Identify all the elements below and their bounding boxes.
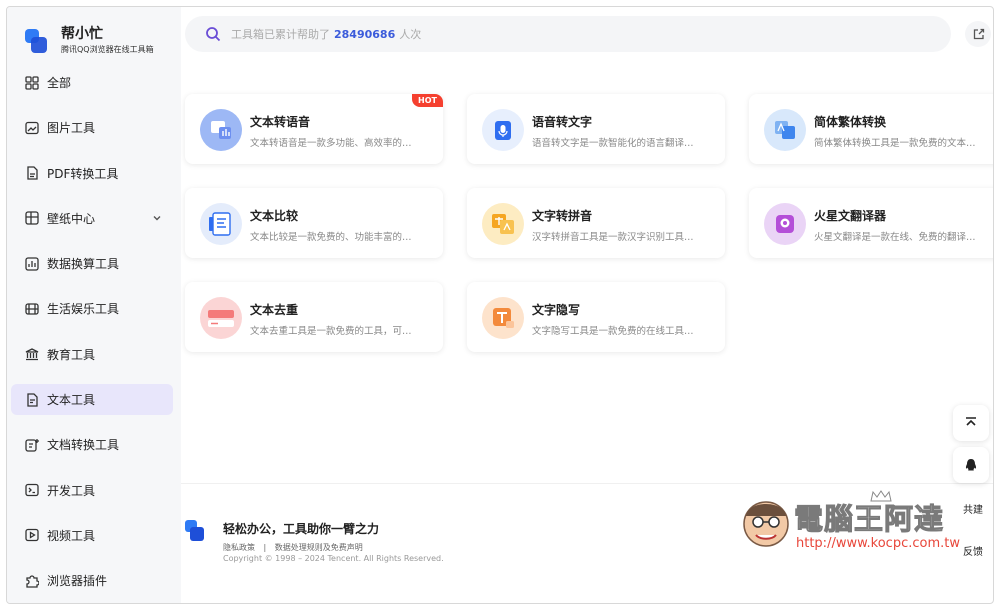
text-to-pinyin-icon [482, 203, 524, 245]
pdf-icon [27, 166, 38, 180]
code-icon [25, 484, 39, 497]
sidebar-item-label: 生活娱乐工具 [47, 302, 120, 317]
sidebar-item-image[interactable]: 图片工具 [11, 112, 173, 143]
card-title: 文本比较 [250, 209, 299, 223]
simplified-traditional-icon [764, 109, 806, 151]
text-steganography-icon [482, 297, 524, 339]
sidebar-item-label: 全部 [47, 76, 72, 90]
wallpaper-icon [25, 211, 39, 226]
speech-to-text-icon [482, 109, 524, 151]
tool-card-text-compare[interactable]: 文本比较 文本比较是一款免费的、功能丰富的… [185, 188, 443, 258]
sidebar: 帮小忙 腾讯QQ浏览器在线工具箱 全部 图片工具 PDF转换工具 壁纸中心 数据… [7, 7, 181, 603]
tool-card-text-to-pinyin[interactable]: 文字转拼音 汉字转拼音工具是一款汉字识别工具… [467, 188, 725, 258]
watermark: 電腦王阿達 http://www.kocpc.com.tw [738, 490, 994, 570]
hot-badge: HOT [412, 94, 443, 107]
share-button[interactable] [965, 21, 991, 47]
search-placeholder-suffix: 人次 [399, 28, 422, 41]
tool-card-text-steganography[interactable]: 文字隐写 文字隐写工具是一款免费的在线工具… [467, 282, 725, 352]
card-title: 语音转文字 [532, 115, 593, 129]
brand-logo-icon [25, 29, 47, 53]
tool-card-speech-to-text[interactable]: 语音转文字 语音转文字是一款智能化的语言翻译… [467, 94, 725, 164]
back-to-top-button[interactable] [953, 405, 989, 441]
watermark-title: 電腦王阿達 [793, 502, 945, 537]
life-icon [25, 303, 39, 315]
text-dedupe-icon [200, 297, 242, 339]
sidebar-item-label: PDF转换工具 [47, 166, 119, 181]
sidebar-item-pdf[interactable]: PDF转换工具 [11, 158, 173, 189]
card-description: 文字隐写工具是一款免费的在线工具… [532, 326, 694, 337]
sidebar-item-label: 文档转换工具 [47, 438, 120, 453]
search-bar[interactable]: 工具箱已累计帮助了 28490686 人次 [185, 16, 951, 52]
document-icon [25, 438, 39, 452]
card-description: 简体繁体转换工具是一款免费的文本… [814, 138, 976, 149]
sidebar-item-label: 数据换算工具 [47, 257, 120, 272]
card-title: 文本去重 [250, 303, 299, 317]
search-icon[interactable] [205, 26, 221, 42]
sidebar-item-label: 视频工具 [47, 528, 96, 543]
sidebar-item-plugin[interactable]: 浏览器插件 [11, 565, 173, 596]
tool-card-text-to-speech[interactable]: 文本转语音 文本转语音是一款多功能、高效率的… HOT [185, 94, 443, 164]
share-icon [973, 28, 984, 39]
tool-card-text-dedupe[interactable]: 文本去重 文本去重工具是一款免费的工具，可… [185, 282, 443, 352]
text-to-speech-icon [200, 109, 242, 151]
sidebar-item-label: 图片工具 [47, 121, 96, 136]
qq-button[interactable] [953, 447, 989, 483]
card-description: 火星文翻译是一款在线、免费的翻译… [814, 232, 976, 243]
card-description: 文本去重工具是一款免费的工具，可… [250, 326, 412, 337]
sidebar-item-label: 壁纸中心 [47, 211, 96, 226]
card-title: 火星文翻译器 [814, 209, 887, 223]
data-rules-link[interactable]: 数据处理规则及免费声明 [275, 543, 363, 552]
sidebar-item-document[interactable]: 文档转换工具 [11, 429, 173, 460]
card-title: 文字转拼音 [532, 209, 593, 223]
brand[interactable]: 帮小忙 腾讯QQ浏览器在线工具箱 [25, 25, 154, 56]
privacy-policy-link[interactable]: 隐私政策 [223, 543, 255, 552]
martian-translator-icon [764, 203, 806, 245]
watermark-mascot-icon [743, 501, 789, 547]
sidebar-item-video[interactable]: 视频工具 [11, 520, 173, 551]
sidebar-nav: 全部 图片工具 PDF转换工具 壁纸中心 数据换算工具 生活娱乐工具 教育工具 … [11, 67, 173, 603]
sidebar-item-dev[interactable]: 开发工具 [11, 475, 173, 506]
arrow-up-icon [966, 417, 976, 426]
sidebar-item-data[interactable]: 数据换算工具 [11, 248, 173, 279]
card-title: 文字隐写 [532, 303, 581, 317]
card-description: 语音转文字是一款智能化的语言翻译… [532, 138, 694, 149]
search-placeholder-prefix: 工具箱已累计帮助了 [231, 28, 330, 41]
grid-icon [25, 75, 39, 90]
tool-card-martian-translator[interactable]: 火星文翻译器 火星文翻译是一款在线、免费的翻译… [749, 188, 993, 258]
video-icon [25, 529, 39, 542]
card-title: 简体繁体转换 [814, 115, 887, 129]
card-description: 文本比较是一款免费的、功能丰富的… [250, 232, 412, 243]
sidebar-item-education[interactable]: 教育工具 [11, 339, 173, 370]
data-icon [25, 257, 39, 271]
footer-logo-icon [185, 520, 205, 542]
card-title: 文本转语音 [250, 115, 311, 129]
watermark-url: http://www.kocpc.com.tw [796, 536, 960, 551]
qq-icon [965, 459, 977, 471]
chevron-down-icon[interactable] [151, 212, 163, 224]
footer-slogan: 轻松办公，工具助你一臂之力 [223, 522, 380, 536]
usage-count: 28490686 [334, 27, 396, 41]
sidebar-item-label: 教育工具 [47, 347, 96, 362]
sidebar-item-wallpaper[interactable]: 壁纸中心 [11, 203, 173, 234]
tool-card-simplified-traditional[interactable]: 简体繁体转换 简体繁体转换工具是一款免费的文本… [749, 94, 993, 164]
card-description: 文本转语音是一款多功能、高效率的… [250, 138, 412, 149]
plugin-icon [26, 575, 39, 588]
sidebar-item-label: 文本工具 [47, 393, 96, 408]
text-icon [27, 392, 38, 407]
brand-subtitle: 腾讯QQ浏览器在线工具箱 [61, 45, 154, 54]
footer-link-divider: | [263, 543, 267, 552]
text-compare-icon [200, 203, 242, 245]
sidebar-item-all[interactable]: 全部 [11, 67, 173, 98]
education-icon [25, 348, 39, 361]
sidebar-item-label: 开发工具 [47, 483, 96, 498]
sidebar-item-text[interactable]: 文本工具 [11, 384, 173, 416]
copyright: Copyright © 1998 – 2024 Tencent. All Rig… [223, 554, 444, 563]
footer-links: 隐私政策 | 数据处理规则及免费声明 [223, 542, 369, 553]
sidebar-item-label: 浏览器插件 [47, 574, 108, 589]
card-description: 汉字转拼音工具是一款汉字识别工具… [532, 232, 694, 243]
image-icon [25, 121, 39, 134]
brand-title: 帮小忙 [61, 26, 103, 42]
sidebar-item-life[interactable]: 生活娱乐工具 [11, 293, 173, 324]
